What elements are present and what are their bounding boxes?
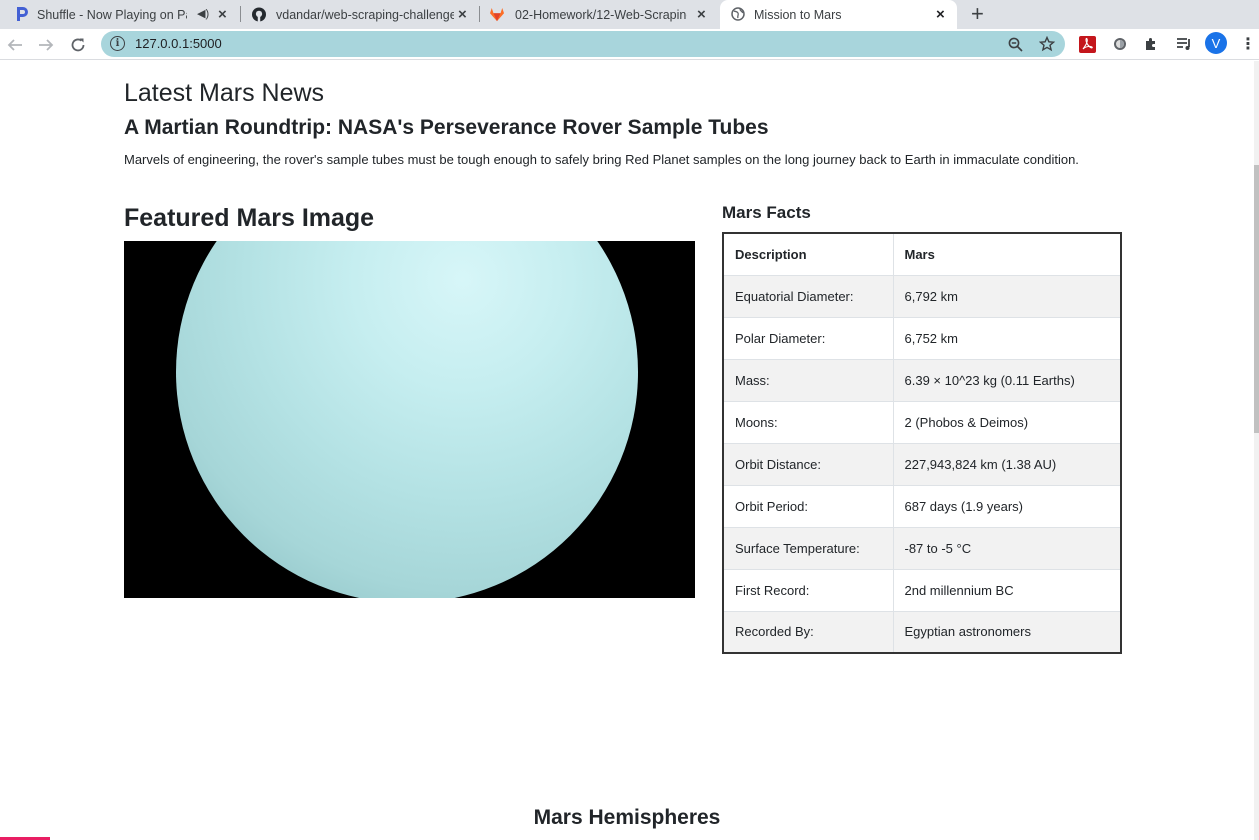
table-row: Mass: 6.39 × 10^23 kg (0.11 Earths) xyxy=(723,359,1122,402)
new-tab-button[interactable]: + xyxy=(971,1,984,27)
star-icon[interactable] xyxy=(1038,35,1056,53)
table-cell: -87 to -5 °C xyxy=(893,527,1122,570)
facts-heading: Mars Facts xyxy=(722,203,811,222)
url-text[interactable]: 127.0.0.1:5000 xyxy=(135,36,222,51)
tab-gitlab[interactable]: 02-Homework/12-Web-Scraping × xyxy=(480,0,718,29)
address-bar[interactable]: i 127.0.0.1:5000 xyxy=(101,31,1065,57)
table-cell: First Record: xyxy=(723,569,894,612)
featured-image-heading: Featured Mars Image xyxy=(124,204,375,232)
tab-title: 02-Homework/12-Web-Scraping xyxy=(515,7,687,22)
circle-extension-icon[interactable] xyxy=(1110,34,1130,54)
table-cell: Equatorial Diameter: xyxy=(723,275,894,318)
hemispheres-heading: Mars Hemispheres xyxy=(533,806,721,829)
tab-strip: Shuffle - Now Playing on Pan ◀) × vdanda… xyxy=(0,0,1259,29)
table-cell: 6,752 km xyxy=(893,317,1122,360)
tab-mission-to-mars[interactable]: Mission to Mars × xyxy=(720,0,957,29)
table-cell: Recorded By: xyxy=(723,611,894,654)
table-row: Surface Temperature: -87 to -5 °C xyxy=(723,527,1122,570)
column-header: Mars xyxy=(893,233,1122,276)
profile-avatar[interactable]: V xyxy=(1205,32,1227,54)
news-heading: Latest Mars News xyxy=(124,79,325,107)
info-icon[interactable]: i xyxy=(110,36,125,51)
tab-title: vdandar/web-scraping-challenge xyxy=(276,7,454,22)
github-icon xyxy=(252,7,266,21)
facts-table: Description Mars Equatorial Diameter: 6,7… xyxy=(722,232,1122,654)
table-cell: 2nd millennium BC xyxy=(893,569,1122,612)
speaker-icon[interactable]: ◀) xyxy=(197,7,209,20)
column-header: Description xyxy=(723,233,894,276)
featured-image xyxy=(124,241,695,598)
table-cell: Orbit Distance: xyxy=(723,443,894,486)
close-icon[interactable]: × xyxy=(218,6,227,23)
tab-title: Mission to Mars xyxy=(754,7,842,22)
tab-pandora[interactable]: Shuffle - Now Playing on Pan ◀) × xyxy=(0,0,240,29)
news-paragraph: Marvels of engineering, the rover's samp… xyxy=(124,152,1079,167)
scrollbar-thumb[interactable] xyxy=(1254,165,1259,433)
reload-icon xyxy=(71,38,85,52)
arrow-right-icon xyxy=(39,39,54,51)
page-content: Latest Mars News A Martian Roundtrip: NA… xyxy=(0,61,1259,840)
arrow-left-icon xyxy=(7,39,22,51)
table-cell: 6,792 km xyxy=(893,275,1122,318)
table-row: Orbit Distance: 227,943,824 km (1.38 AU) xyxy=(723,443,1122,486)
close-icon[interactable]: × xyxy=(458,6,467,23)
news-title: A Martian Roundtrip: NASA's Perseverance… xyxy=(124,116,769,139)
pdf-extension-icon[interactable] xyxy=(1077,34,1097,54)
puzzle-icon[interactable] xyxy=(1142,34,1162,54)
table-row: Equatorial Diameter: 6,792 km xyxy=(723,275,1122,318)
reload-button[interactable] xyxy=(67,34,89,56)
table-row: Moons: 2 (Phobos & Deimos) xyxy=(723,401,1122,444)
close-icon[interactable]: × xyxy=(936,6,945,23)
globe-icon xyxy=(731,7,745,21)
back-button[interactable] xyxy=(4,34,26,56)
forward-button[interactable] xyxy=(35,34,57,56)
table-row: Orbit Period: 687 days (1.9 years) xyxy=(723,485,1122,528)
table-header-row: Description Mars xyxy=(723,233,1122,276)
table-row: Polar Diameter: 6,752 km xyxy=(723,317,1122,360)
table-cell: 6.39 × 10^23 kg (0.11 Earths) xyxy=(893,359,1122,402)
menu-icon[interactable]: ⋮ xyxy=(1238,34,1258,54)
close-icon[interactable]: × xyxy=(697,6,706,23)
table-cell: 2 (Phobos & Deimos) xyxy=(893,401,1122,444)
table-cell: Mass: xyxy=(723,359,894,402)
table-cell: Orbit Period: xyxy=(723,485,894,528)
profile-initial: V xyxy=(1211,35,1221,51)
table-row: First Record: 2nd millennium BC xyxy=(723,569,1122,612)
zoom-icon[interactable] xyxy=(1006,35,1024,53)
pandora-icon xyxy=(15,7,29,21)
table-cell: Polar Diameter: xyxy=(723,317,894,360)
gitlab-icon xyxy=(490,7,504,21)
media-queue-icon[interactable] xyxy=(1174,34,1194,54)
table-cell: Surface Temperature: xyxy=(723,527,894,570)
table-row: Recorded By: Egyptian astronomers xyxy=(723,611,1122,654)
tab-title: Shuffle - Now Playing on Pan xyxy=(37,7,187,22)
table-cell: 687 days (1.9 years) xyxy=(893,485,1122,528)
browser-toolbar: i 127.0.0.1:5000 V ⋮ xyxy=(0,29,1259,60)
tab-github[interactable]: vdandar/web-scraping-challenge × xyxy=(241,0,479,29)
table-cell: Egyptian astronomers xyxy=(893,611,1122,654)
table-cell: Moons: xyxy=(723,401,894,444)
table-cell: 227,943,824 km (1.38 AU) xyxy=(893,443,1122,486)
planet-image xyxy=(176,241,638,598)
